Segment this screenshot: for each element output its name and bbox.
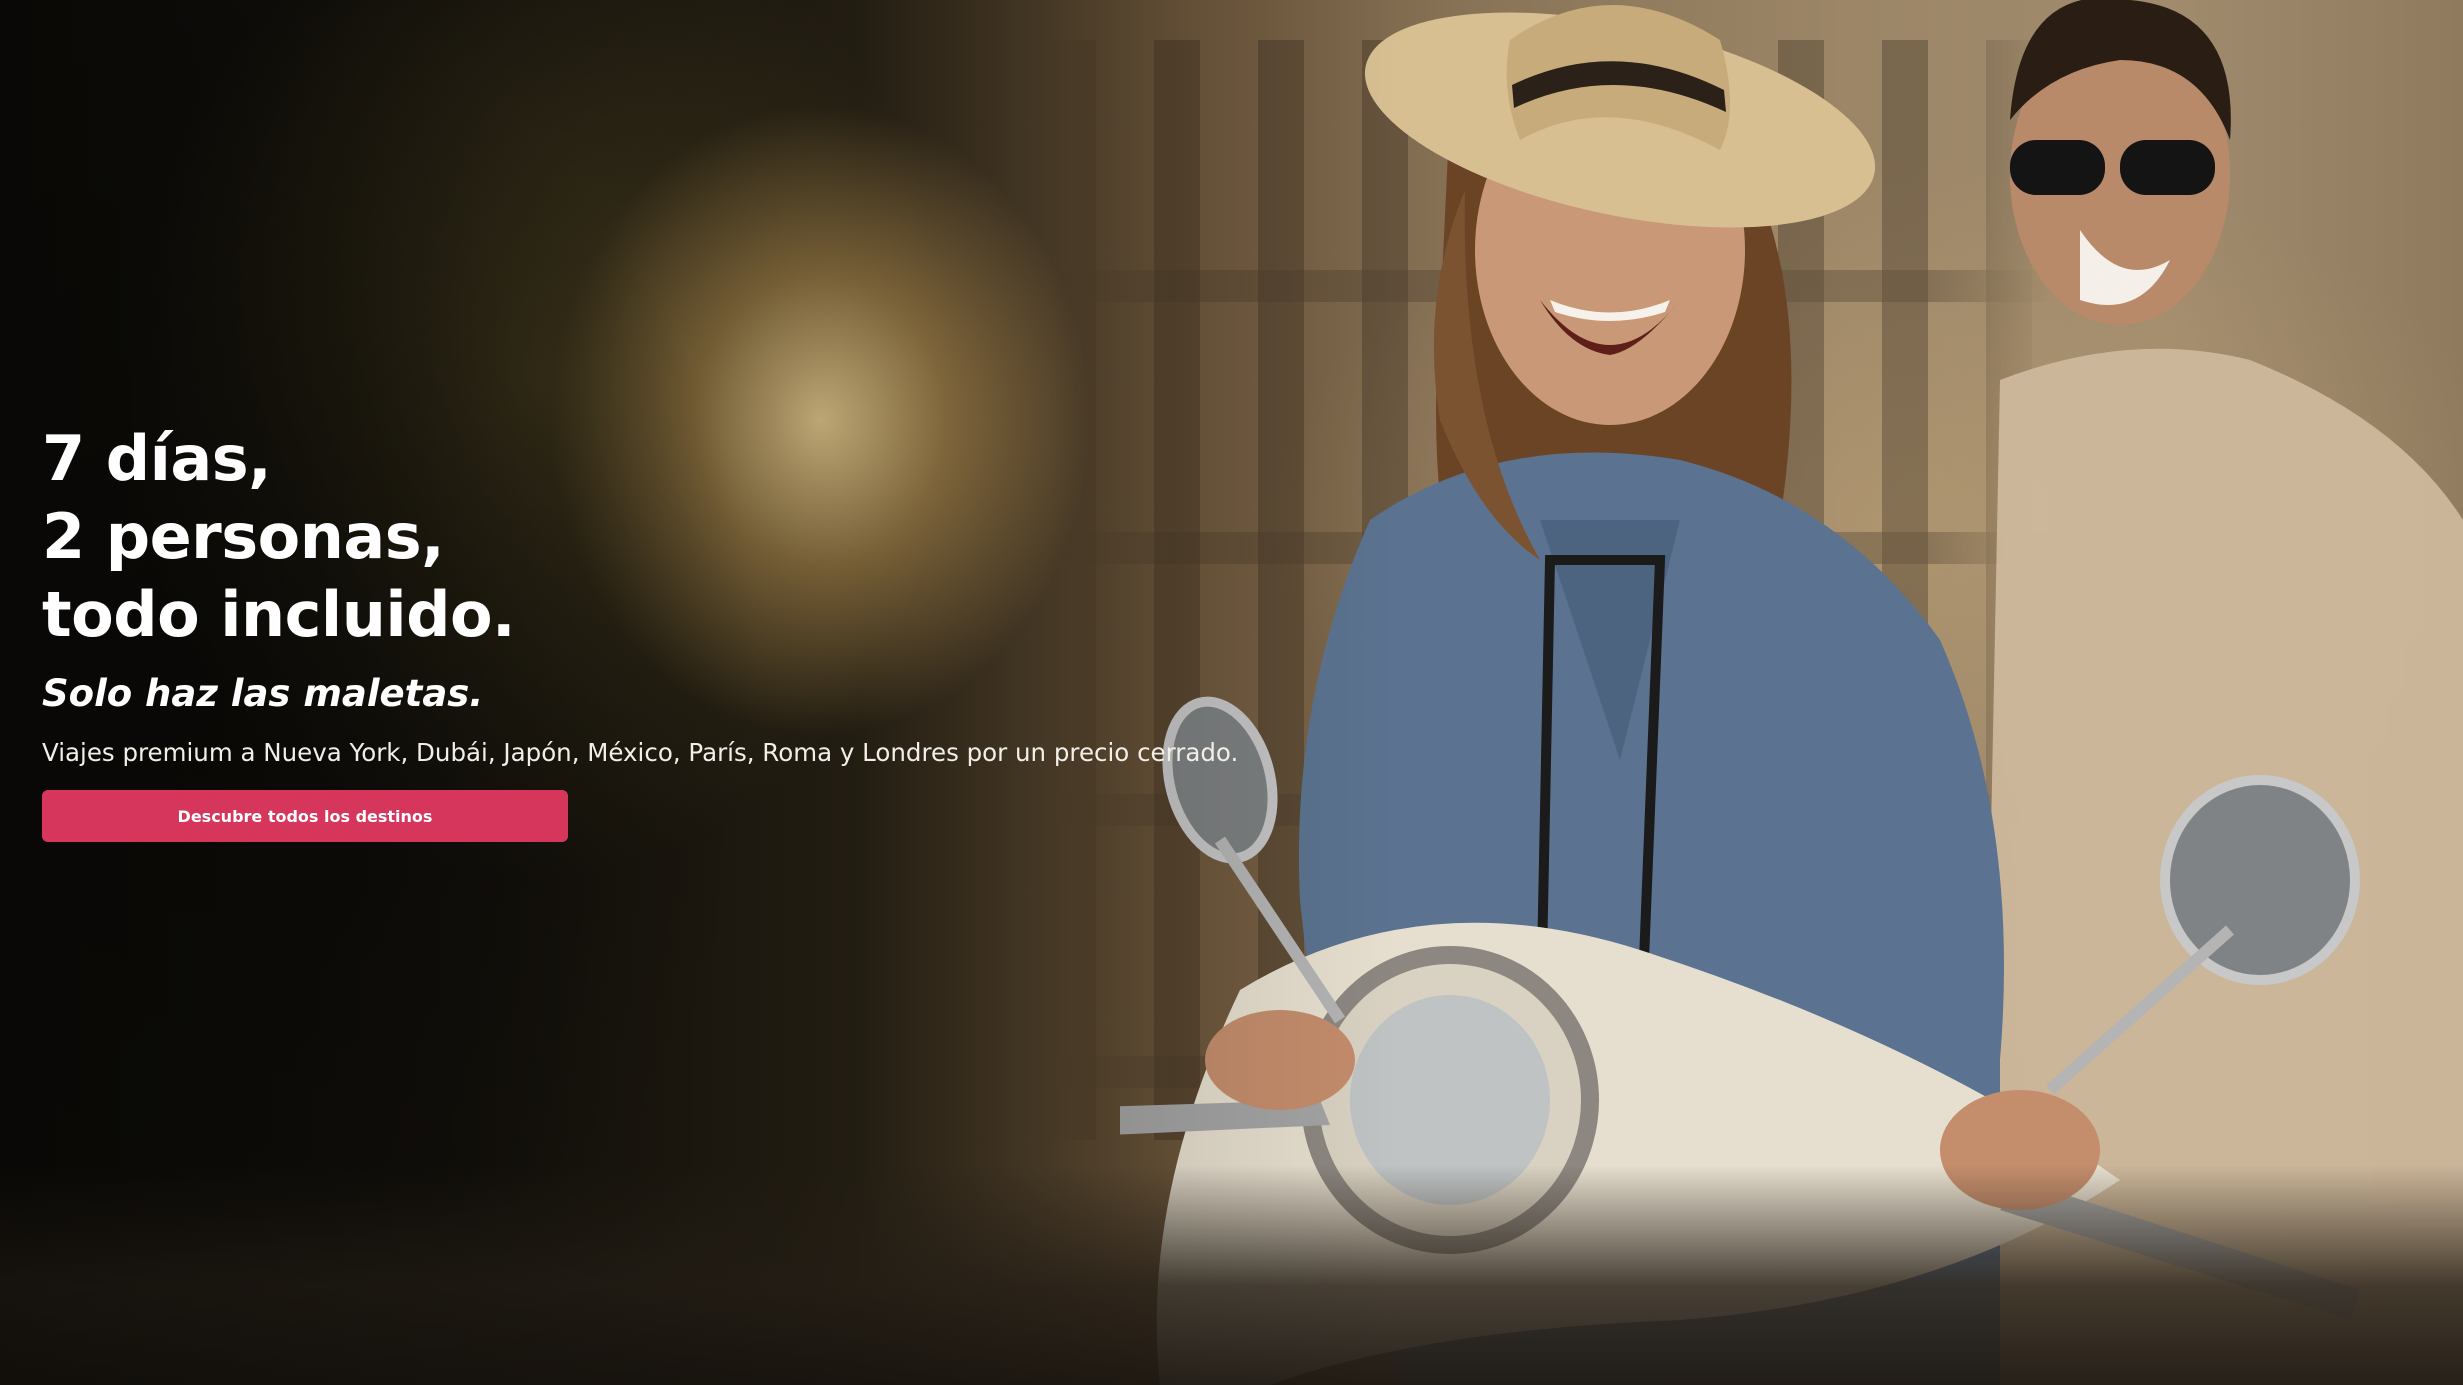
hero-headline: 7 días, 2 personas, todo incluido.: [42, 420, 1302, 654]
headline-line-days: 7 días,: [42, 422, 272, 495]
hero-tagline: Solo haz las maletas.: [42, 672, 484, 715]
headline-line-all-included: todo incluido.: [42, 578, 516, 651]
headline-line-people: 2 personas,: [42, 500, 445, 573]
hero-content: 7 días, 2 personas, todo incluido. Solo …: [42, 420, 1302, 842]
hero-section: 7 días, 2 personas, todo incluido. Solo …: [0, 0, 2463, 1385]
hero-description: Viajes premium a Nueva York, Dubái, Japó…: [42, 738, 1239, 767]
discover-destinations-button[interactable]: Descubre todos los destinos: [42, 790, 568, 842]
